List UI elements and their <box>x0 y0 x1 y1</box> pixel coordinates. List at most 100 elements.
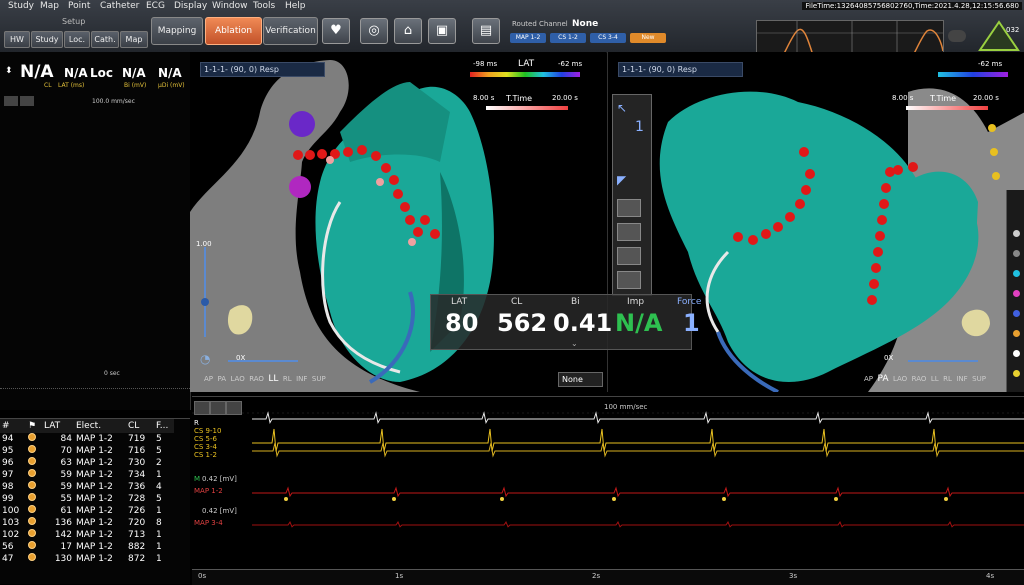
tag-dot-icon[interactable] <box>1013 310 1020 317</box>
table-row[interactable]: 103 136 MAP 1-2 720 8 <box>0 517 174 529</box>
tag-panel-edge[interactable] <box>1006 190 1024 392</box>
tag-dot-icon[interactable] <box>1013 330 1020 337</box>
tag-dot-icon[interactable] <box>1013 230 1020 237</box>
readout-expand-icon[interactable]: ⌄ <box>571 339 578 348</box>
view-dropdown[interactable]: None <box>558 372 603 387</box>
axis-sup-right[interactable]: SUP <box>972 375 986 383</box>
cath-button[interactable]: Cath. <box>91 31 119 48</box>
menu-study[interactable]: Study <box>8 1 34 11</box>
axis-rl[interactable]: RL <box>283 375 292 383</box>
table-row[interactable]: 94 84 MAP 1-2 719 5 <box>0 433 174 445</box>
camera-icon[interactable]: ▣ <box>428 18 456 44</box>
menu-map[interactable]: Map <box>40 1 59 11</box>
tag-dot-icon[interactable] <box>1013 270 1020 277</box>
table-row[interactable]: 97 59 MAP 1-2 734 1 <box>0 469 174 481</box>
table-row[interactable]: 95 70 MAP 1-2 716 5 <box>0 445 174 457</box>
chip-cs34[interactable]: CS 3-4 <box>590 33 626 43</box>
tag-dot-icon[interactable] <box>1013 250 1020 257</box>
panel-tool-icon[interactable] <box>4 96 18 106</box>
table-row[interactable]: 99 55 MAP 1-2 728 5 <box>0 493 174 505</box>
col-lat[interactable]: LAT <box>42 419 74 433</box>
menu-tools[interactable]: Tools <box>253 1 275 11</box>
table-row[interactable]: 102 142 MAP 1-2 713 1 <box>0 529 174 541</box>
rotate-icon[interactable]: ◔ <box>200 352 210 366</box>
menu-ecg[interactable]: ECG <box>146 1 165 11</box>
tool-btn-d-icon[interactable] <box>617 271 641 289</box>
ch-cs34[interactable]: CS 3-4 <box>194 443 217 451</box>
col-tag-icon[interactable]: ⚑ <box>26 419 42 433</box>
view-title-right[interactable]: 1-1-1- (90, 0) Resp <box>618 62 743 77</box>
axis-ap-right[interactable]: AP <box>864 375 873 383</box>
ch-r[interactable]: R <box>194 419 199 427</box>
filter-tool-icon[interactable]: ◤ <box>617 173 626 187</box>
tag-dot-icon[interactable] <box>1013 370 1020 377</box>
axis-rao[interactable]: RAO <box>249 375 264 383</box>
routed-channel-value[interactable]: None <box>572 19 598 29</box>
table-row[interactable]: 47 130 MAP 1-2 872 1 <box>0 553 174 565</box>
menu-point[interactable]: Point <box>68 1 90 11</box>
menu-window[interactable]: Window <box>212 1 248 11</box>
sig-tool-a-icon[interactable] <box>194 401 210 415</box>
tool-btn-c-icon[interactable] <box>617 247 641 265</box>
col-cl[interactable]: CL <box>126 419 154 433</box>
table-row[interactable]: 100 61 MAP 1-2 726 1 <box>0 505 174 517</box>
ttime-label[interactable]: T.Time <box>506 94 532 103</box>
panel-tool2-icon[interactable] <box>20 96 34 106</box>
setup-title: Setup <box>62 17 86 26</box>
expand-icon[interactable]: ⬍ <box>5 66 13 76</box>
mapping-mode-button[interactable]: Mapping <box>151 17 203 45</box>
axis-inf[interactable]: INF <box>296 375 307 383</box>
col-number[interactable]: # <box>0 419 26 433</box>
arrow-tool-icon[interactable]: ↖ <box>617 101 627 115</box>
sig-tool-b-icon[interactable] <box>210 401 226 415</box>
one-tool-icon[interactable]: 1 <box>635 119 644 135</box>
heart-point-icon[interactable]: ♥ <box>322 18 350 44</box>
compass-icon[interactable]: ◎ <box>360 18 388 44</box>
chip-map12[interactable]: MAP 1-2 <box>510 33 546 43</box>
ttime-label-right[interactable]: T.Time <box>930 94 956 103</box>
tag-dot-icon[interactable] <box>1013 290 1020 297</box>
axis-ap[interactable]: AP <box>204 375 213 383</box>
hw-button[interactable]: HW <box>4 31 30 48</box>
menu-catheter[interactable]: Catheter <box>100 1 139 11</box>
col-f[interactable]: F... <box>154 419 174 433</box>
menu-help[interactable]: Help <box>285 1 306 11</box>
table-row[interactable]: 96 63 MAP 1-2 730 2 <box>0 457 174 469</box>
signal-viewer[interactable]: 100 mm/sec R CS 9-10 CS 5-6 CS 3-4 CS 1-… <box>192 396 1024 585</box>
axis-pa[interactable]: PA <box>217 375 226 383</box>
ch-cs56[interactable]: CS 5-6 <box>194 435 217 443</box>
axis-lao[interactable]: LAO <box>230 375 244 383</box>
ch-map34[interactable]: MAP 3-4 <box>194 519 223 527</box>
lock-view-icon[interactable]: ⌂ <box>394 18 422 44</box>
axis-lao-right[interactable]: LAO <box>893 375 907 383</box>
ch-map12[interactable]: MAP 1-2 <box>194 487 223 495</box>
axis-pa-right[interactable]: PA <box>877 374 888 384</box>
loc-button[interactable]: Loc. <box>64 31 90 48</box>
axis-inf-right[interactable]: INF <box>956 375 967 383</box>
zoom-slider-right[interactable] <box>908 360 978 362</box>
ch-cs910[interactable]: CS 9-10 <box>194 427 221 435</box>
chip-cs12[interactable]: CS 1-2 <box>550 33 586 43</box>
screen-icon[interactable]: ▤ <box>472 18 500 44</box>
chip-new[interactable]: New <box>630 33 666 43</box>
ch-cs12[interactable]: CS 1-2 <box>194 451 217 459</box>
axis-rl-right[interactable]: RL <box>943 375 952 383</box>
menu-display[interactable]: Display <box>174 1 207 11</box>
zoom-slider[interactable] <box>228 360 298 362</box>
table-row[interactable]: 56 17 MAP 1-2 882 1 <box>0 541 174 553</box>
axis-rao-right[interactable]: RAO <box>912 375 927 383</box>
verification-mode-button[interactable]: Verification <box>263 17 318 45</box>
tool-btn-a-icon[interactable] <box>617 199 641 217</box>
tool-btn-b-icon[interactable] <box>617 223 641 241</box>
axis-ll[interactable]: LL <box>268 374 278 384</box>
view-title-left[interactable]: 1-1-1- (90, 0) Resp <box>200 62 325 77</box>
tag-dot-icon[interactable] <box>1013 350 1020 357</box>
map-button[interactable]: Map <box>120 31 148 48</box>
axis-ll-right[interactable]: LL <box>931 375 939 383</box>
table-row[interactable]: 98 59 MAP 1-2 736 4 <box>0 481 174 493</box>
study-button[interactable]: Study <box>31 31 63 48</box>
ablation-mode-button[interactable]: Ablation <box>205 17 262 45</box>
axis-sup[interactable]: SUP <box>312 375 326 383</box>
col-electrode[interactable]: Elect. <box>74 419 126 433</box>
sig-tool-c-icon[interactable] <box>226 401 242 415</box>
